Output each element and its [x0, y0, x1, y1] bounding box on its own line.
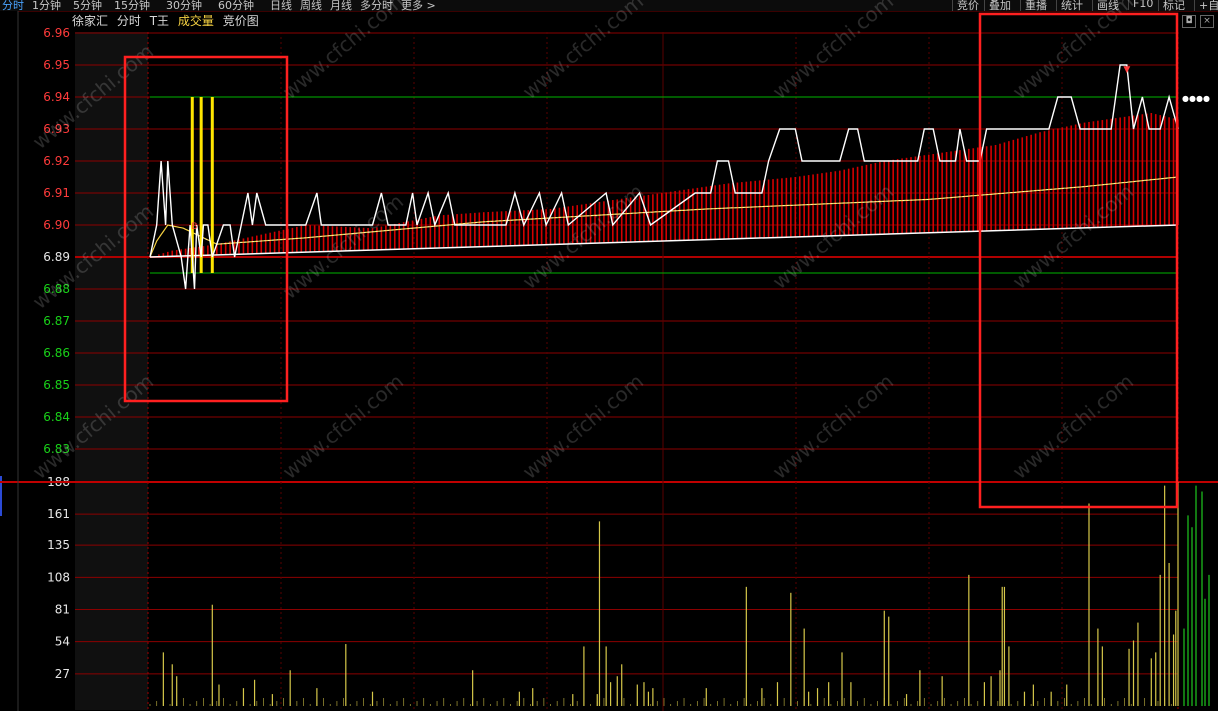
volume-tick-label-6: 27: [55, 667, 70, 681]
chart-marker-1: ▼: [1123, 65, 1130, 75]
price-tick-label-0: 6.96: [43, 26, 70, 40]
watermark-text: www.cfchi.com: [768, 369, 898, 484]
fill-baseline: [149, 224, 1179, 258]
watermark-text: www.cfchi.com: [518, 369, 648, 484]
price-tick-label-10: 6.86: [43, 346, 70, 360]
watermark-text: www.cfchi.com: [278, 369, 408, 484]
watermark-text: www.cfchi.com: [1008, 369, 1138, 484]
watermark-text: www.cfchi.com: [768, 0, 898, 104]
right-dots-indicator: ●●●●: [1182, 94, 1210, 103]
price-tick-label-9: 6.87: [43, 314, 70, 328]
price-tick-label-2: 6.94: [43, 90, 70, 104]
watermark-text: www.cfchi.com: [1008, 0, 1138, 104]
highlight-box-left: [123, 55, 289, 403]
volume-tick-label-4: 81: [55, 602, 70, 616]
price-tick-label-4: 6.92: [43, 154, 70, 168]
volume-tick-label-3: 108: [47, 570, 70, 584]
volume-tick-label-1: 161: [47, 507, 70, 521]
average-price-line: [149, 176, 1179, 258]
volume-tick-label-2: 135: [47, 538, 70, 552]
intraday-chart: 6.966.956.946.936.926.916.906.896.886.87…: [0, 0, 1218, 711]
price-tick-label-11: 6.85: [43, 378, 70, 392]
price-tick-label-6: 6.90: [43, 218, 70, 232]
price-tick-label-5: 6.91: [43, 186, 70, 200]
price-tick-label-1: 6.95: [43, 58, 70, 72]
chart-marker-0: B: [191, 222, 197, 232]
price-tick-label-12: 6.84: [43, 410, 70, 424]
volume-tick-label-5: 54: [55, 635, 70, 649]
price-tick-label-7: 6.89: [43, 250, 70, 264]
watermark-text: www.cfchi.com: [518, 0, 648, 104]
watermark-text: www.cfchi.com: [278, 0, 408, 104]
price-axis-panel: [75, 32, 148, 710]
